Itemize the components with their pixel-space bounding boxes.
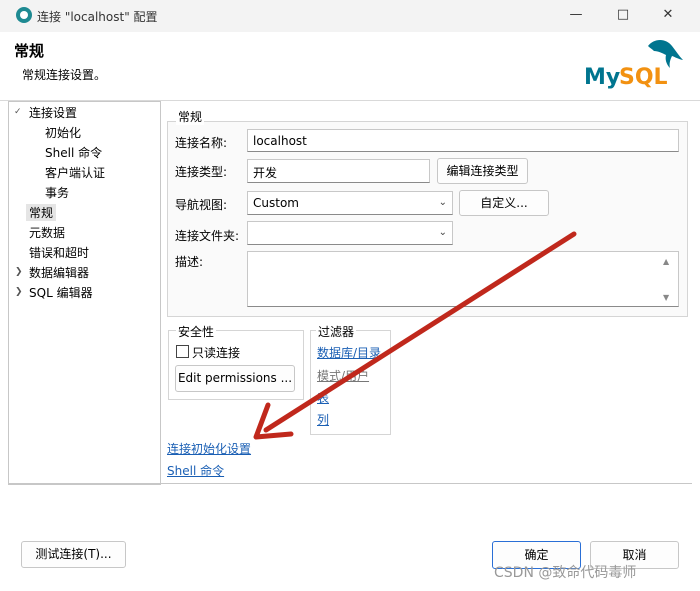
chevron-down-icon[interactable]: ✓ <box>14 107 22 117</box>
svg-text:My: My <box>584 65 620 90</box>
test-connection-button[interactable]: 测试连接(T)... <box>21 541 126 568</box>
filter-link-columns[interactable]: 列 <box>317 411 329 428</box>
security-group-title: 安全性 <box>176 323 217 340</box>
chevron-down-icon: ⌄ <box>438 197 447 208</box>
filter-link-tables[interactable]: 表 <box>317 389 329 406</box>
dbeaver-app-icon <box>16 7 32 23</box>
tree-item-transactions[interactable]: 事务 <box>45 184 69 201</box>
page-title: 常规 <box>14 42 45 60</box>
scroll-down-icon[interactable]: ▼ <box>663 293 669 302</box>
connection-name-input[interactable]: localhost <box>247 129 679 152</box>
chevron-right-icon[interactable]: ❯ <box>15 267 23 277</box>
connection-folder-select[interactable]: ⌄ <box>247 221 453 245</box>
mysql-logo: My SQL <box>584 40 683 90</box>
tree-item-metadata[interactable]: 元数据 <box>29 224 65 241</box>
connection-type-value: 开发 <box>253 166 278 180</box>
filters-group-title: 过滤器 <box>316 323 357 340</box>
maximize-icon[interactable]: □ <box>613 7 633 22</box>
navigation-view-value: Custom <box>253 196 299 210</box>
filter-link-databases[interactable]: 数据库/目录 <box>317 344 381 361</box>
connection-name-label: 连接名称: <box>175 136 228 150</box>
description-label: 描述: <box>175 255 204 269</box>
tree-item-data-editor[interactable]: 数据编辑器 <box>29 264 89 281</box>
connection-init-settings-link[interactable]: 连接初始化设置 <box>167 440 251 457</box>
connection-folder-label: 连接文件夹: <box>175 229 240 243</box>
readonly-label[interactable]: 只读连接 <box>192 344 240 361</box>
svg-text:SQL: SQL <box>619 65 668 90</box>
tree-item-errors-timeouts[interactable]: 错误和超时 <box>29 244 89 261</box>
edit-permissions-button[interactable]: Edit permissions ... <box>175 365 295 392</box>
minimize-icon[interactable]: — <box>566 7 586 22</box>
tree-item-sql-editor[interactable]: SQL 编辑器 <box>29 284 93 301</box>
tree-item-connection-settings[interactable]: 连接设置 <box>29 104 77 121</box>
navigation-view-label: 导航视图: <box>175 198 228 212</box>
shell-commands-link[interactable]: Shell 命令 <box>167 462 224 479</box>
customize-button[interactable]: 自定义... <box>459 190 549 216</box>
tree-item-init[interactable]: 初始化 <box>45 124 81 141</box>
edit-connection-type-button[interactable]: 编辑连接类型 <box>437 158 528 184</box>
tree-item-client-auth[interactable]: 客户端认证 <box>45 164 105 181</box>
scroll-up-icon[interactable]: ▲ <box>663 257 669 266</box>
csdn-watermark: CSDN @致命代码毒师 <box>494 565 637 581</box>
navigation-view-select[interactable]: Custom ⌄ <box>247 191 453 215</box>
connection-type-label: 连接类型: <box>175 165 228 179</box>
page-subtitle: 常规连接设置。 <box>22 68 107 82</box>
window-title: 连接 "localhost" 配置 <box>37 10 158 24</box>
chevron-down-icon: ⌄ <box>438 227 447 238</box>
close-icon[interactable]: ✕ <box>658 7 678 22</box>
filter-link-schemas[interactable]: 模式/用户 <box>317 367 369 384</box>
tree-item-general[interactable]: 常规 <box>26 204 57 221</box>
description-textarea[interactable] <box>247 251 679 307</box>
general-group-title: 常规 <box>176 108 205 125</box>
tree-item-shell[interactable]: Shell 命令 <box>45 144 102 161</box>
footer-divider <box>8 483 692 484</box>
readonly-checkbox[interactable] <box>176 345 189 358</box>
chevron-right-icon[interactable]: ❯ <box>15 287 23 297</box>
connection-type-field[interactable]: 开发 <box>247 159 430 183</box>
